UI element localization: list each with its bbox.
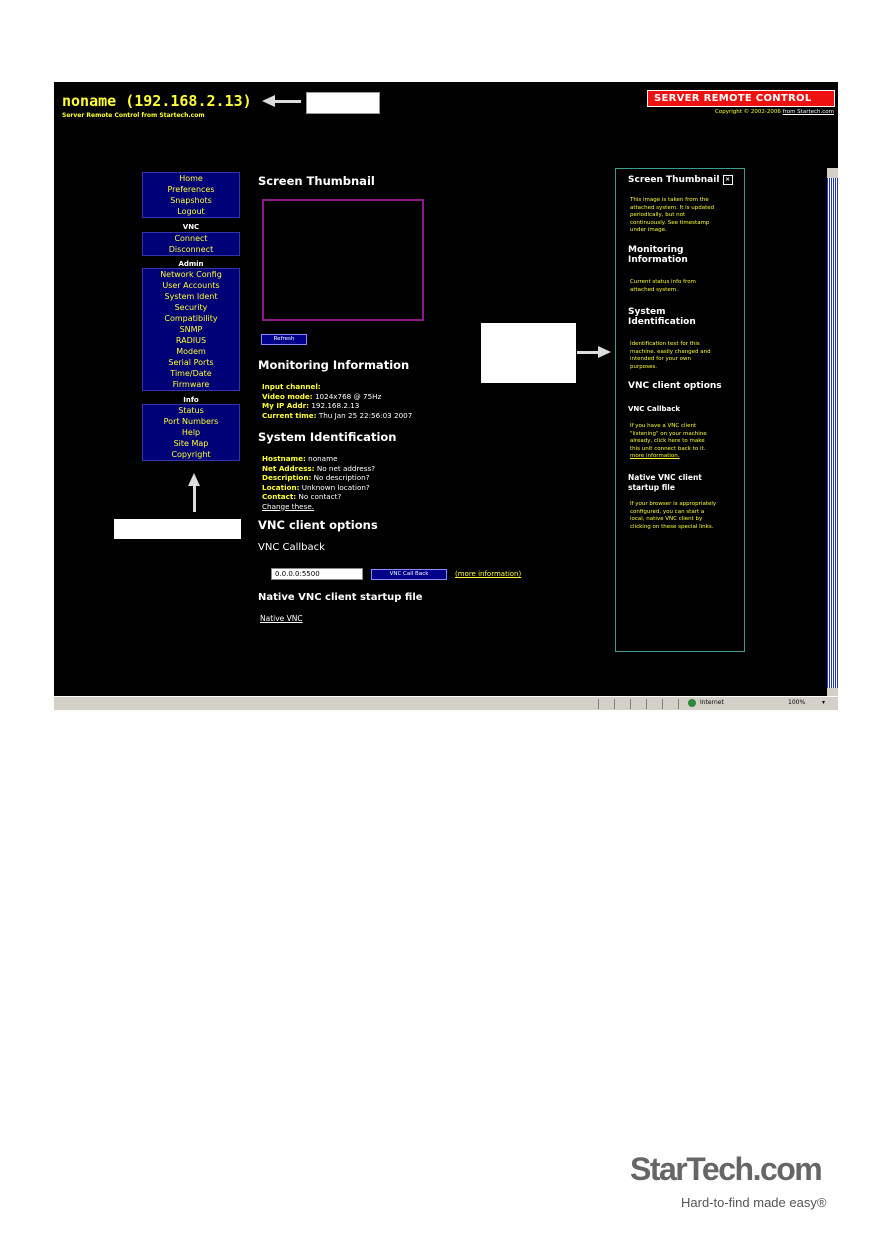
nav-disconnect[interactable]: Disconnect — [143, 244, 239, 255]
screen-thumbnail[interactable] — [262, 199, 424, 321]
nav-copyright[interactable]: Copyright — [143, 449, 239, 460]
sidebar-vnc-title: VNC client options — [628, 381, 722, 391]
nav-group-info: Status Port Numbers Help Site Map Copyri… — [142, 404, 240, 461]
globe-icon — [688, 699, 696, 707]
nav-status[interactable]: Status — [143, 405, 239, 416]
vnc-callback-button[interactable]: VNC Call Back — [371, 569, 447, 580]
nav-security[interactable]: Security — [143, 302, 239, 313]
help-sidebar: Screen Thumbnail × This image is taken f… — [615, 168, 745, 652]
sidebar-sysid-title: System Identification — [628, 307, 696, 327]
nav-preferences[interactable]: Preferences — [143, 184, 239, 195]
thumbnail-heading: Screen Thumbnail — [258, 174, 375, 188]
vnc-options-heading: VNC client options — [258, 518, 378, 532]
nav-group-admin: Network Config User Accounts System Iden… — [142, 268, 240, 391]
nav-snapshots[interactable]: Snapshots — [143, 195, 239, 206]
sysid-info: Hostname: noname Net Address: No net add… — [262, 454, 376, 512]
sidebar-callback-text: If you have a VNC client "listening" on y… — [630, 423, 707, 461]
vnc-callback-heading: VNC Callback — [258, 542, 325, 553]
sidebar-native-text: If your browser is appropriately configur… — [630, 501, 717, 530]
more-information-link[interactable]: (more information) — [455, 570, 521, 578]
browser-status-bar: Internet 100% ▾ — [54, 696, 838, 710]
nav-header-vnc: VNC — [182, 223, 200, 231]
callout-box-sidebar — [481, 323, 576, 383]
zoom-level[interactable]: 100% — [788, 699, 805, 706]
refresh-button[interactable]: Refresh — [261, 334, 307, 345]
sidebar-sysid-text: Identification text for this machine. eas… — [630, 341, 711, 370]
arrow-head-nav — [188, 473, 200, 486]
native-vnc-link[interactable]: Native VNC — [260, 614, 303, 623]
nav-compatibility[interactable]: Compatibility — [143, 313, 239, 324]
sidebar-callback-title: VNC Callback — [628, 405, 681, 413]
arrow-head-sidebar — [598, 346, 611, 358]
zoom-dropdown-icon[interactable]: ▾ — [822, 699, 825, 706]
arrow-shaft-sidebar — [577, 351, 599, 354]
security-zone: Internet — [700, 699, 724, 706]
sidebar-monitor-text: Current status info from attached system. — [630, 279, 696, 293]
sidebar-thumb-text: This image is taken from the attached sys… — [630, 197, 715, 233]
nav-time-date[interactable]: Time/Date — [143, 368, 239, 379]
nav-logout[interactable]: Logout — [143, 206, 239, 217]
vnc-callback-input[interactable]: 0.0.0.0:5500 — [271, 568, 363, 580]
sidebar-native-title: Native VNC client startup file — [628, 473, 702, 492]
sidebar-more-information-link[interactable]: more information. — [630, 453, 707, 461]
nav-site-map[interactable]: Site Map — [143, 438, 239, 449]
nav-serial-ports[interactable]: Serial Ports — [143, 357, 239, 368]
sidebar-thumb-title: Screen Thumbnail × — [628, 175, 733, 185]
nav-header-info: Info — [183, 396, 199, 404]
nav-modem[interactable]: Modem — [143, 346, 239, 357]
nav-group-general: Home Preferences Snapshots Logout — [142, 172, 240, 218]
arrow-head-title — [262, 95, 275, 107]
change-these-link[interactable]: Change these. — [262, 502, 375, 512]
browser-screenshot: noname (192.168.2.13) Server Remote Cont… — [54, 82, 838, 710]
callout-box-nav — [114, 519, 241, 539]
monitoring-heading: Monitoring Information — [258, 358, 410, 372]
nav-system-ident[interactable]: System Ident — [143, 291, 239, 302]
nav-header-admin: Admin — [178, 260, 204, 268]
nav-user-accounts[interactable]: User Accounts — [143, 280, 239, 291]
callout-box-title — [306, 92, 380, 114]
monitoring-info: Input channel: Video mode: 1024x768 @ 75… — [262, 382, 413, 420]
nav-network-config[interactable]: Network Config — [143, 269, 239, 280]
vertical-scrollbar[interactable] — [827, 168, 838, 698]
close-icon[interactable]: × — [722, 175, 733, 185]
nav-snmp[interactable]: SNMP — [143, 324, 239, 335]
nav-group-vnc: Connect Disconnect — [142, 232, 240, 256]
scroll-up-arrow[interactable] — [827, 168, 838, 178]
product-logo: SERVER REMOTE CONTROL — [647, 90, 835, 107]
nav-radius[interactable]: RADIUS — [143, 335, 239, 346]
startech-logo: StarTech.com — [630, 1151, 823, 1187]
startech-tagline: Hard-to-find made easy® — [681, 1195, 827, 1210]
arrow-shaft-title — [275, 100, 301, 103]
nav-firmware[interactable]: Firmware — [143, 379, 239, 390]
startech-link[interactable]: from Startech.com — [783, 109, 834, 115]
sysid-heading: System Identification — [258, 430, 397, 444]
nav-home[interactable]: Home — [143, 173, 239, 184]
native-vnc-heading: Native VNC client startup file — [258, 592, 423, 603]
sidebar-monitor-title: Monitoring Information — [628, 245, 688, 265]
nav-connect[interactable]: Connect — [143, 233, 239, 244]
nav-help[interactable]: Help — [143, 427, 239, 438]
page-title: noname (192.168.2.13) — [62, 92, 252, 110]
arrow-shaft-nav — [193, 486, 196, 512]
copyright-notice: Copyright © 2002-2006 from Startech.com — [715, 109, 834, 115]
nav-port-numbers[interactable]: Port Numbers — [143, 416, 239, 427]
page-subtitle: Server Remote Control from Startech.com — [62, 112, 205, 119]
